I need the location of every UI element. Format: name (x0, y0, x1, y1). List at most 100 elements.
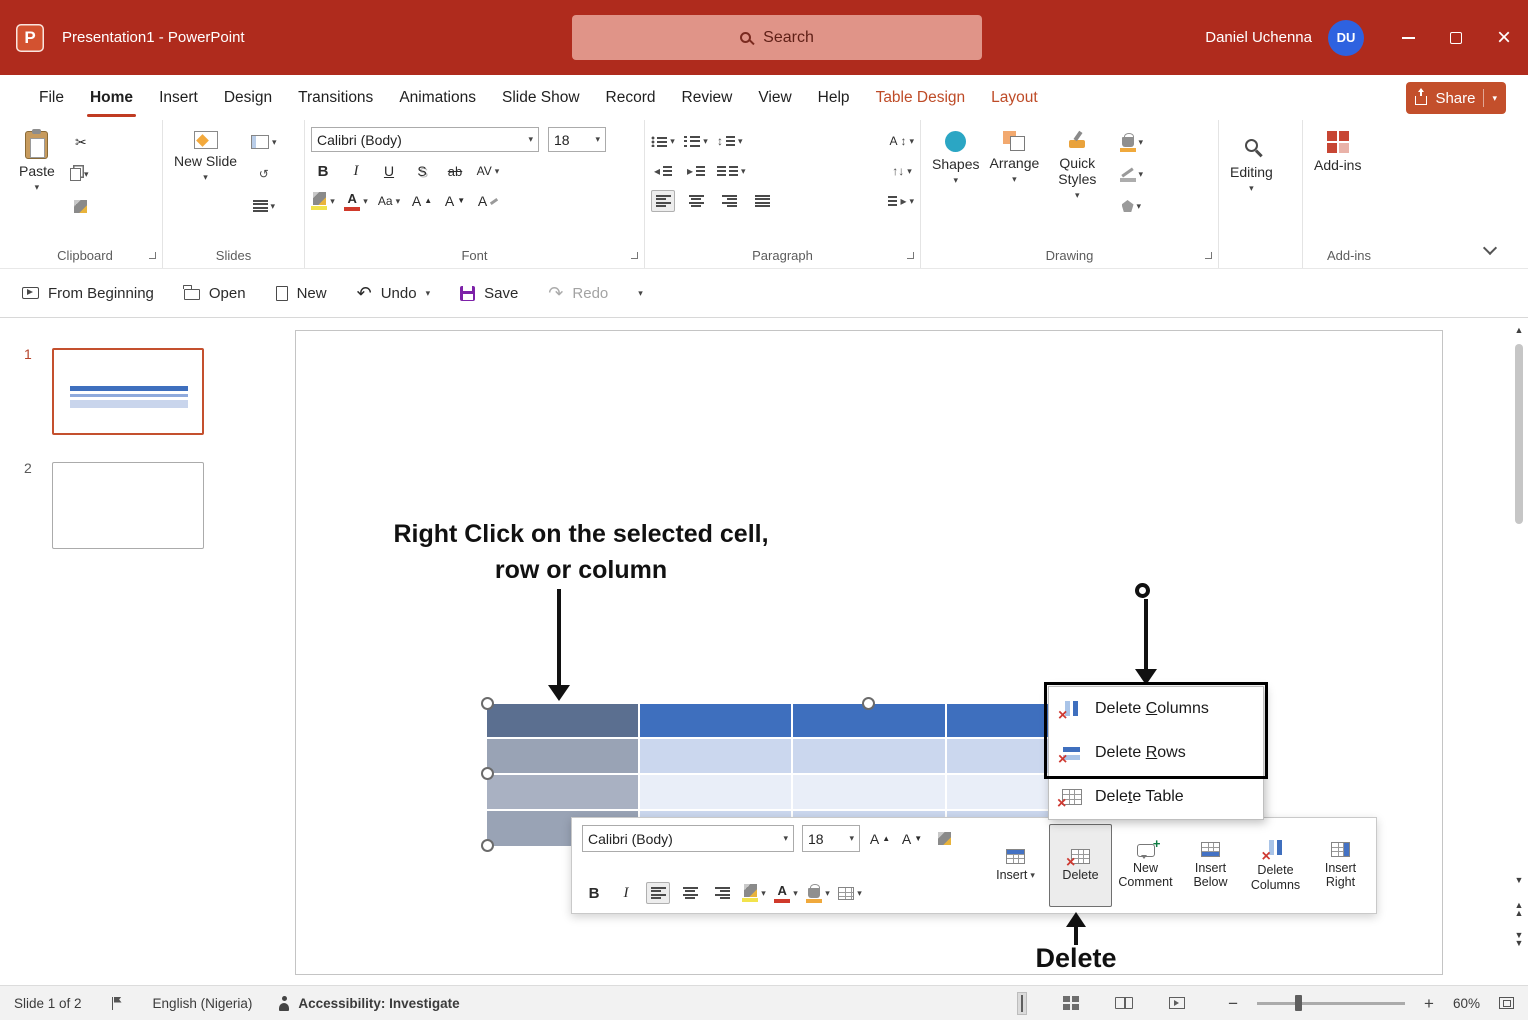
tab-review[interactable]: Review (669, 75, 746, 120)
align-right-button[interactable] (717, 190, 741, 212)
italic-button[interactable]: I (344, 160, 368, 182)
new-slide-button[interactable]: New Slide ▾ (169, 127, 242, 242)
strikethrough-button[interactable]: ab (443, 160, 467, 182)
decrease-indent-button[interactable]: ◂ (651, 160, 675, 182)
accessibility-status[interactable]: Accessibility: Investigate (278, 996, 459, 1011)
selection-handle[interactable] (481, 839, 494, 852)
justify-button[interactable] (750, 190, 774, 212)
insert-button[interactable]: Insert▾ (984, 824, 1047, 907)
tab-animations[interactable]: Animations (386, 75, 489, 120)
slide-canvas[interactable]: Right Click on the selected cell, row or… (295, 330, 1443, 975)
character-spacing-button[interactable]: AV▾ (476, 160, 500, 182)
reset-slide-button[interactable]: ↺ (251, 163, 277, 185)
format-painter-button[interactable] (69, 195, 93, 217)
decrease-font-size-button[interactable]: A▼ (443, 190, 467, 212)
drawing-dialog-launcher[interactable] (1202, 249, 1214, 261)
tab-file[interactable]: File (26, 75, 77, 120)
tab-help[interactable]: Help (805, 75, 863, 120)
selection-handle[interactable] (481, 767, 494, 780)
table-cell[interactable] (793, 775, 944, 809)
annotation-arrow-shaft[interactable] (1074, 925, 1078, 945)
shapes-button[interactable]: Shapes ▾ (927, 127, 984, 242)
underline-button[interactable]: U (377, 160, 401, 182)
annotation-textbox[interactable]: Right Click on the selected cell, row or… (326, 516, 836, 589)
align-center-button[interactable] (684, 190, 708, 212)
language-status[interactable]: English (Nigeria) (153, 996, 253, 1011)
save-button[interactable]: Save (460, 285, 518, 302)
open-button[interactable]: Open (184, 285, 246, 302)
clear-formatting-button[interactable]: A (476, 190, 500, 212)
normal-view-button[interactable] (1017, 992, 1027, 1015)
scroll-down-button[interactable]: ▼ (1512, 876, 1526, 885)
zoom-out-button[interactable]: − (1228, 995, 1238, 1012)
tab-design[interactable]: Design (211, 75, 285, 120)
font-dialog-launcher[interactable] (628, 249, 640, 261)
tab-transitions[interactable]: Transitions (285, 75, 386, 120)
user-name[interactable]: Daniel Uchenna (1205, 29, 1312, 46)
insert-right-button[interactable]: Insert Right (1309, 824, 1372, 907)
insert-below-button[interactable]: Insert Below (1179, 824, 1242, 907)
table-cell[interactable] (640, 775, 791, 809)
zoom-slider-thumb[interactable] (1295, 995, 1302, 1011)
tab-home[interactable]: Home (77, 75, 146, 120)
zoom-level[interactable]: 60% (1453, 996, 1480, 1011)
zoom-slider[interactable] (1257, 1002, 1405, 1005)
convert-to-smartart-button[interactable]: ▸▾ (888, 190, 914, 212)
previous-slide-button[interactable]: ▲▲ (1512, 902, 1526, 917)
annotation-textbox[interactable]: Delete (1018, 943, 1134, 974)
collapse-ribbon-button[interactable] (1482, 242, 1498, 258)
paragraph-dialog-launcher[interactable] (904, 249, 916, 261)
copy-button[interactable]: ▾ (69, 163, 93, 185)
editing-button[interactable]: Editing ▾ (1225, 127, 1278, 242)
text-highlight-button[interactable]: ▾ (742, 882, 766, 904)
slide-thumbnail-1[interactable] (52, 348, 204, 435)
redo-button[interactable]: ↷Redo (548, 284, 608, 302)
delete-button[interactable]: Delete (1049, 824, 1112, 907)
table-cell[interactable] (487, 704, 638, 737)
slide-show-button[interactable] (1169, 997, 1185, 1009)
undo-button[interactable]: ↶Undo▾ (357, 284, 430, 302)
menu-item-delete-columns[interactable]: Delete Columns (1049, 687, 1263, 731)
qat-overflow-button[interactable]: ▾ (638, 289, 643, 298)
fit-slide-to-window-button[interactable] (1499, 997, 1514, 1009)
proofing-flag-icon[interactable] (112, 997, 123, 1010)
align-center-button[interactable] (678, 882, 702, 904)
font-name-combo[interactable]: Calibri (Body)▾ (311, 127, 539, 152)
share-button[interactable]: Share ▾ (1406, 82, 1506, 114)
avatar[interactable]: DU (1328, 20, 1364, 56)
shape-outline-button[interactable]: ▾ (1119, 163, 1143, 185)
next-slide-button[interactable]: ▼▼ (1512, 932, 1526, 947)
minimize-button[interactable] (1384, 0, 1432, 75)
arrange-button[interactable]: Arrange ▾ (984, 127, 1044, 242)
text-direction-button[interactable]: A↕▾ (889, 130, 914, 152)
bullets-button[interactable]: ▾ (651, 130, 675, 152)
slide-layout-button[interactable]: ▾ (251, 131, 277, 153)
annotation-arrow-shaft[interactable] (1144, 599, 1148, 671)
font-color-button[interactable]: A▾ (774, 882, 798, 904)
line-spacing-button[interactable]: ↕▾ (717, 130, 743, 152)
annotation-arrow-shaft[interactable] (557, 589, 561, 687)
addins-button[interactable]: Add-ins (1309, 127, 1366, 242)
font-color-button[interactable]: A▾ (344, 190, 368, 212)
increase-font-size-button[interactable]: A▲ (410, 190, 434, 212)
slide-sorter-button[interactable] (1063, 996, 1079, 1010)
zoom-in-button[interactable]: + (1424, 995, 1434, 1012)
font-size-combo[interactable]: 18▾ (802, 825, 860, 852)
format-painter-button[interactable] (932, 828, 956, 850)
italic-button[interactable]: I (614, 882, 638, 904)
tab-slide-show[interactable]: Slide Show (489, 75, 593, 120)
align-right-button[interactable] (710, 882, 734, 904)
change-case-button[interactable]: Aa▾ (377, 190, 401, 212)
align-left-button[interactable] (651, 190, 675, 212)
reading-view-button[interactable] (1115, 997, 1133, 1009)
menu-item-delete-table[interactable]: Delete Table (1049, 775, 1263, 819)
quick-styles-button[interactable]: Quick Styles ▾ (1044, 127, 1110, 242)
tab-layout[interactable]: Layout (978, 75, 1051, 120)
font-name-combo[interactable]: Calibri (Body)▾ (582, 825, 794, 852)
section-button[interactable]: ▾ (251, 195, 277, 217)
table-cell[interactable] (640, 704, 791, 737)
maximize-button[interactable] (1432, 0, 1480, 75)
columns-button[interactable]: ▾ (717, 160, 746, 182)
scrollbar-thumb[interactable] (1515, 344, 1523, 524)
new-comment-button[interactable]: New Comment (1114, 824, 1177, 907)
